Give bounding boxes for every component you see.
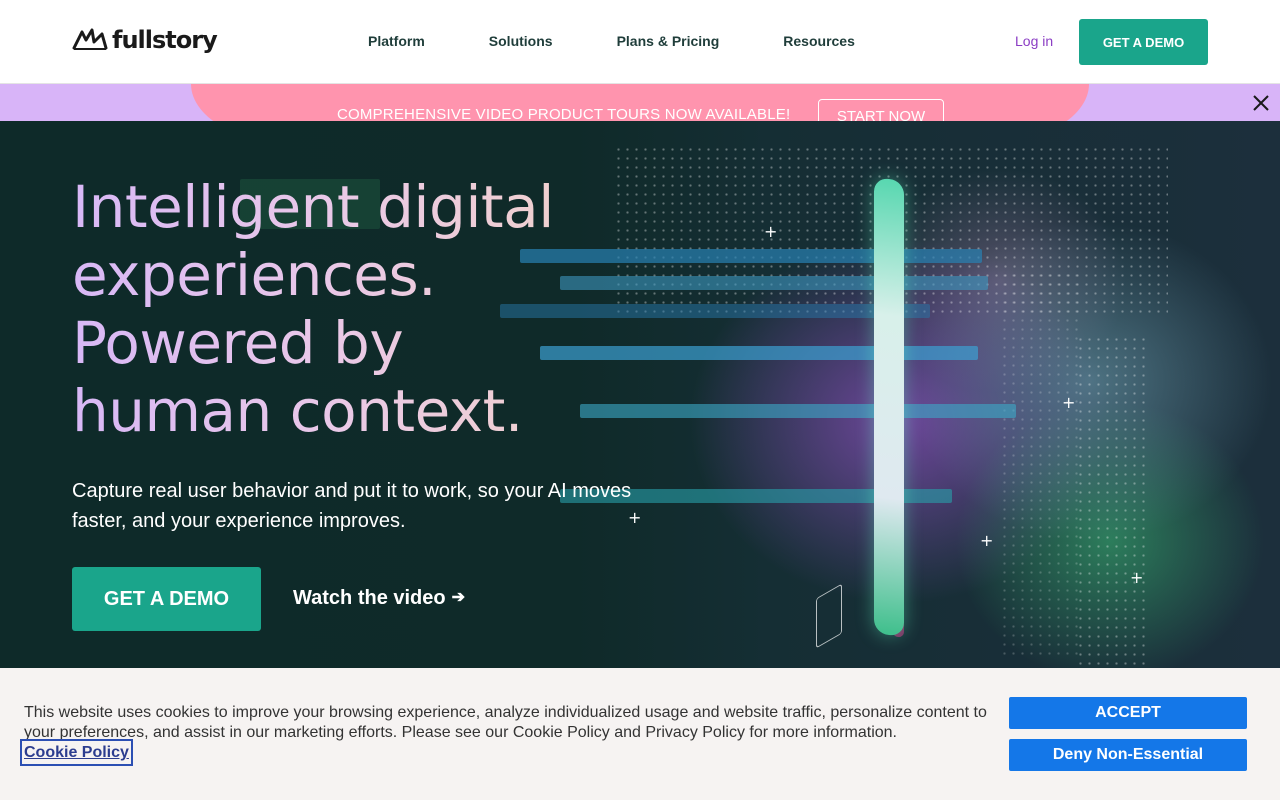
arrow-right-icon: ➔ [451,589,466,606]
nav-item-resources[interactable]: Resources [783,32,855,50]
cookie-banner-text: This website uses cookies to improve you… [24,704,987,741]
card-illustration [816,583,842,649]
close-icon[interactable] [1250,92,1272,114]
hero-headline: Intelligent digital experiences. Powered… [72,173,632,445]
watch-video-label: Watch the video [293,587,446,609]
watch-video-link[interactable]: Watch the video ➔ [293,586,465,610]
get-demo-button-header[interactable]: GET A DEMO [1079,19,1208,65]
sparkle-icon: + [1062,393,1076,412]
cookie-policy-link[interactable]: Cookie Policy [20,739,133,766]
sparkle-icon: + [980,531,994,550]
fullstory-logo-icon [72,28,108,50]
logo-text: fullstory [112,26,218,54]
hero-section: + + + + + Intelligent digital experience… [0,121,1280,668]
nav-item-platform[interactable]: Platform [368,32,425,50]
data-stripe [580,404,1016,418]
sparkle-icon: + [1130,568,1144,587]
sparkle-icon: + [764,222,778,241]
headline-line: human context. [72,377,632,445]
headline-line: Intelligent digital [72,173,632,241]
hero-subtext: Capture real user behavior and put it to… [72,480,632,532]
main-nav: Platform Solutions Plans & Pricing Resou… [368,32,919,50]
phone-illustration [874,177,904,637]
login-link[interactable]: Log in [1015,32,1053,50]
nav-item-plans-pricing[interactable]: Plans & Pricing [617,32,720,50]
nav-item-solutions[interactable]: Solutions [489,32,553,50]
headline-line: experiences. [72,241,632,309]
fullstory-logo[interactable]: fullstory [72,24,218,56]
dot-grid-decoration [1076,335,1148,665]
accept-cookies-button[interactable]: ACCEPT [1009,697,1247,729]
site-header: fullstory Platform Solutions Plans & Pri… [0,0,1280,84]
dot-grid-decoration [1000,271,1080,661]
headline-line: Powered by [72,309,632,377]
deny-cookies-button[interactable]: Deny Non-Essential [1009,739,1247,771]
get-demo-button-hero[interactable]: GET A DEMO [72,567,261,631]
